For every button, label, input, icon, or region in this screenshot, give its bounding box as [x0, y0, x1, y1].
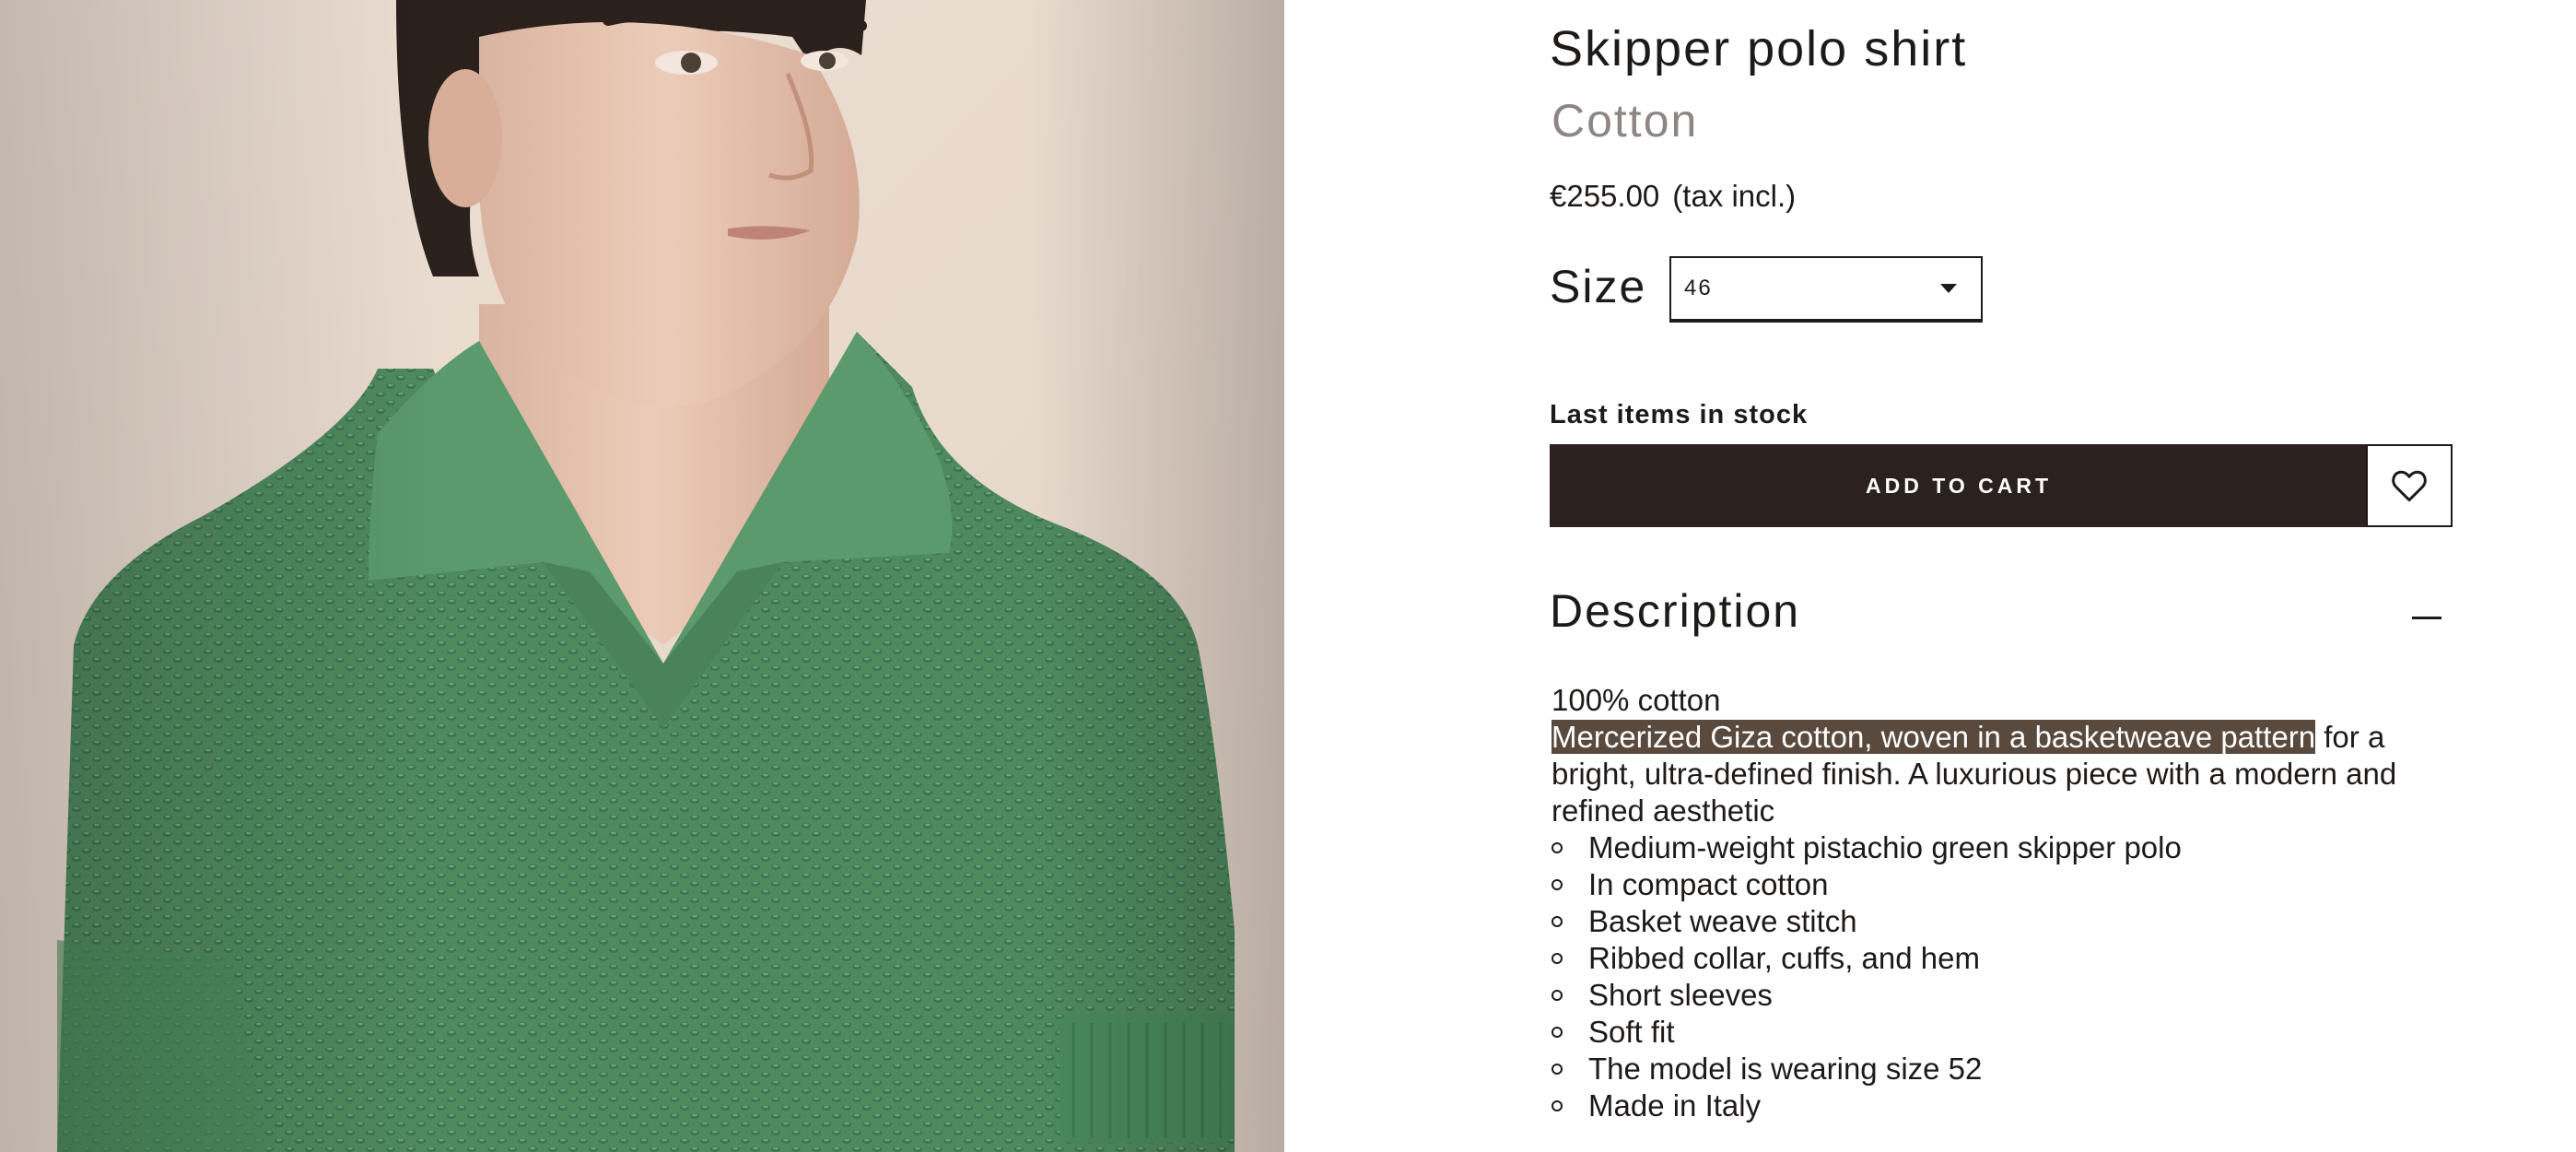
price-row: €255.00 (tax incl.)	[1550, 179, 1796, 214]
feature-item: The model is wearing size 52	[1551, 1051, 2456, 1087]
feature-text: Medium-weight pistachio green skipper po…	[1588, 830, 2182, 864]
chevron-down-icon	[1940, 284, 1957, 293]
feature-item: Basket weave stitch	[1551, 903, 2456, 940]
add-to-cart-button[interactable]: ADD TO CART	[1550, 444, 2368, 527]
bullet-icon	[1551, 953, 1563, 964]
tax-note: (tax incl.)	[1672, 179, 1797, 213]
bullet-icon	[1551, 990, 1563, 1001]
wishlist-button[interactable]	[2366, 444, 2453, 527]
size-label: Size	[1550, 261, 1647, 312]
size-select[interactable]: 46	[1669, 256, 1983, 323]
minus-icon	[2412, 616, 2441, 619]
feature-text: Short sleeves	[1588, 978, 1773, 1012]
feature-item: Short sleeves	[1551, 977, 2456, 1014]
feature-list: Medium-weight pistachio green skipper po…	[1551, 829, 2456, 1124]
feature-item: Medium-weight pistachio green skipper po…	[1551, 829, 2456, 866]
description-body: 100% cotton Mercerized Giza cotton, wove…	[1551, 682, 2456, 1124]
feature-item: In compact cotton	[1551, 866, 2456, 903]
size-selected-value: 46	[1684, 276, 1713, 300]
product-title: Skipper polo shirt	[1550, 21, 1968, 76]
feature-text: In compact cotton	[1588, 867, 1829, 901]
feature-text: The model is wearing size 52	[1588, 1052, 1983, 1086]
product-price: €255.00	[1550, 179, 1660, 213]
bullet-icon	[1551, 1100, 1563, 1111]
feature-text: Made in Italy	[1588, 1088, 1762, 1123]
bullet-icon	[1551, 879, 1563, 890]
feature-text: Soft fit	[1588, 1015, 1675, 1049]
product-material: Cotton	[1551, 95, 1699, 147]
bullet-icon	[1551, 1027, 1563, 1038]
feature-item: Made in Italy	[1551, 1087, 2456, 1124]
product-image[interactable]	[0, 0, 1284, 1152]
composition-text: 100% cotton	[1551, 683, 1721, 717]
bullet-icon	[1551, 842, 1563, 853]
feature-item: Ribbed collar, cuffs, and hem	[1551, 940, 2456, 977]
description-toggle[interactable]	[2406, 599, 2447, 636]
stock-status: Last items in stock	[1550, 400, 1809, 429]
description-paragraph: Mercerized Giza cotton, woven in a baske…	[1551, 719, 2456, 829]
heart-icon	[2392, 470, 2427, 502]
feature-text: Ribbed collar, cuffs, and hem	[1588, 941, 1980, 975]
description-heading[interactable]: Description	[1550, 584, 1800, 638]
feature-item: Soft fit	[1551, 1014, 2456, 1051]
bullet-icon	[1551, 916, 1563, 927]
bullet-icon	[1551, 1064, 1563, 1075]
feature-text: Basket weave stitch	[1588, 904, 1857, 938]
highlighted-text: Mercerized Giza cotton, woven in a baske…	[1551, 720, 2316, 754]
